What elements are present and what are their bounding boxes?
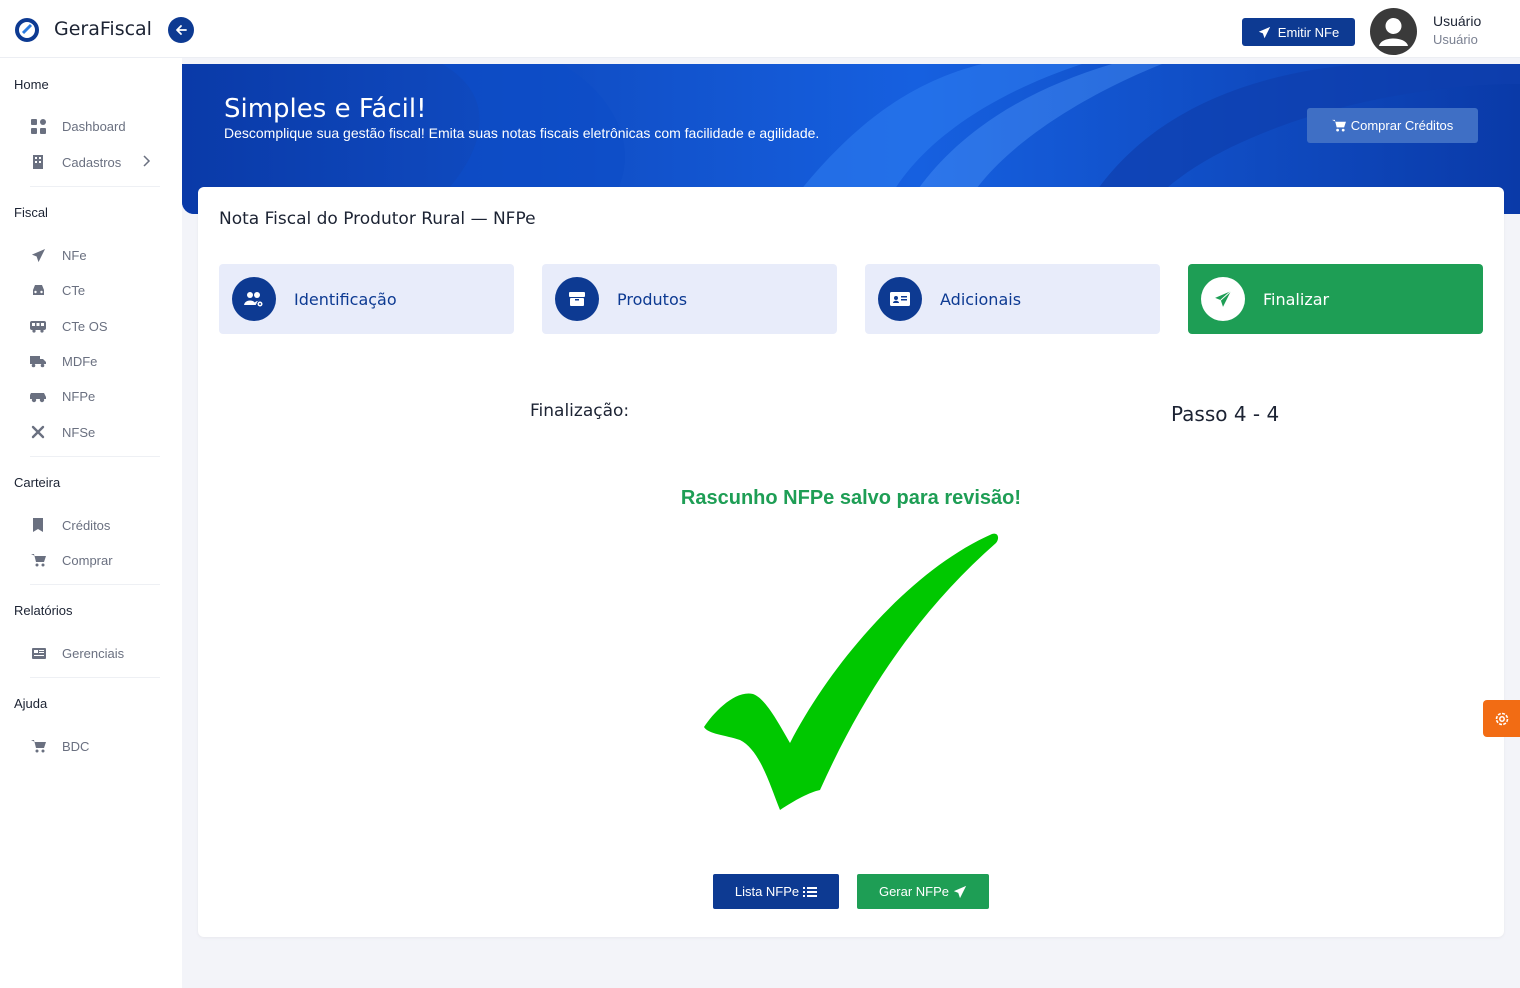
paper-plane-icon [30, 247, 46, 263]
sidebar-item-comprar[interactable]: Comprar [30, 548, 113, 572]
card-title: Nota Fiscal do Produtor Rural — NFPe [219, 209, 536, 229]
dashboard-icon [30, 118, 46, 134]
receipt-icon [30, 517, 46, 533]
list-icon [803, 886, 818, 897]
car-icon [30, 282, 46, 298]
tools-icon [30, 424, 46, 440]
sidebar-item-label: BDC [62, 738, 90, 754]
sidebar-item-cadastros[interactable]: Cadastros [30, 150, 160, 174]
emit-nfe-button[interactable]: Emitir NFe [1242, 18, 1355, 46]
sidebar-item-bdc[interactable]: BDC [30, 734, 89, 758]
sidebar: Home Dashboard Cadastros Fiscal NFe CTe … [0, 58, 182, 988]
step-adicionais[interactable]: Adicionais [865, 264, 1160, 334]
brand-name[interactable]: GeraFiscal [54, 18, 152, 40]
sidebar-item-label: NFe [62, 247, 87, 263]
step-finalizar[interactable]: Finalizar [1188, 264, 1483, 334]
sidebar-section-carteira: Carteira [14, 475, 61, 490]
generate-nfpe-label: Gerar NFPe [878, 884, 950, 899]
sidebar-item-label: Dashboard [62, 118, 126, 134]
list-nfpe-label: Lista NFPe [734, 884, 800, 899]
sidebar-item-label: NFPe [62, 388, 96, 404]
step-icon-circle [232, 277, 276, 321]
sidebar-item-cte-os[interactable]: CTe OS [30, 314, 108, 338]
step-identificacao[interactable]: Identificação [219, 264, 514, 334]
user-icon [1379, 18, 1408, 46]
paper-plane-icon [1258, 26, 1270, 38]
list-nfpe-button[interactable]: Lista NFPe [713, 874, 839, 909]
paper-plane-icon [1215, 290, 1232, 307]
sidebar-item-dashboard[interactable]: Dashboard [30, 114, 126, 138]
building-icon [30, 154, 46, 170]
user-name[interactable]: Usuário [1433, 13, 1481, 29]
buy-credits-label: Comprar Créditos [1350, 118, 1454, 133]
sidebar-item-label: Cadastros [62, 154, 122, 170]
step-indicator: Passo 4 - 4 [1171, 402, 1280, 426]
sidebar-item-label: NFSe [62, 424, 96, 440]
step-produtos[interactable]: Produtos [542, 264, 837, 334]
sidebar-item-label: Créditos [62, 517, 111, 533]
sidebar-divider [30, 456, 160, 457]
sidebar-item-label: CTe [62, 282, 86, 298]
step-label: Produtos [617, 289, 688, 309]
gear-icon [1495, 712, 1508, 725]
box-icon [569, 292, 585, 306]
truck-icon [30, 353, 46, 369]
bus-icon [30, 318, 46, 334]
step-icon-circle [1201, 277, 1245, 321]
cart-icon [30, 738, 46, 754]
sidebar-section-home: Home [14, 77, 49, 92]
checkmark-icon [704, 533, 999, 810]
cart-icon [30, 552, 46, 568]
sidebar-item-nfe[interactable]: NFe [30, 243, 87, 267]
id-card-icon [890, 292, 910, 306]
users-cog-icon [244, 292, 264, 308]
sidebar-item-mdfe[interactable]: MDFe [30, 349, 97, 373]
gerafiscal-logo-icon[interactable] [14, 17, 40, 43]
buy-credits-button[interactable]: Comprar Créditos [1307, 108, 1478, 143]
sidebar-item-label: CTe OS [62, 318, 108, 334]
arrow-left-icon [176, 25, 187, 35]
tractor-icon [30, 388, 46, 404]
settings-button[interactable] [1483, 700, 1520, 737]
sidebar-item-nfse[interactable]: NFSe [30, 420, 95, 444]
step-icon-circle [555, 277, 599, 321]
user-role: Usuário [1433, 32, 1478, 47]
hero-title: Simples e Fácil! [224, 94, 427, 124]
emit-nfe-label: Emitir NFe [1277, 24, 1340, 40]
sidebar-item-creditos[interactable]: Créditos [30, 513, 110, 537]
sidebar-item-gerenciais[interactable]: Gerenciais [30, 641, 124, 665]
sidebar-divider [30, 677, 160, 678]
sidebar-item-cte[interactable]: CTe [30, 278, 85, 302]
newspaper-icon [30, 645, 46, 661]
avatar[interactable] [1370, 8, 1417, 55]
finalization-label: Finalização: [530, 401, 630, 421]
sidebar-item-label: MDFe [62, 353, 98, 369]
step-icon-circle [878, 277, 922, 321]
success-message: Rascunho NFPe salvo para revisão! [680, 487, 1022, 509]
sidebar-section-fiscal: Fiscal [14, 205, 48, 220]
sidebar-item-label: Comprar [62, 552, 113, 568]
sidebar-item-nfpe[interactable]: NFPe [30, 384, 95, 408]
sidebar-divider [30, 186, 160, 187]
sidebar-item-label: Gerenciais [62, 645, 125, 661]
nfpe-wizard-card: Nota Fiscal do Produtor Rural — NFPe Ide… [198, 187, 1504, 937]
top-bar: GeraFiscal Emitir NFe Usuário Usuário [0, 0, 1520, 58]
sidebar-collapse-button[interactable] [168, 17, 194, 43]
step-label: Finalizar [1263, 289, 1330, 309]
sidebar-section-relatorios: Relatórios [14, 603, 73, 618]
paper-plane-icon [953, 885, 967, 898]
generate-nfpe-button[interactable]: Gerar NFPe [857, 874, 989, 909]
cart-icon [1331, 119, 1346, 132]
sidebar-divider [30, 584, 160, 585]
step-label: Adicionais [940, 289, 1022, 309]
sidebar-section-ajuda: Ajuda [14, 696, 48, 711]
step-label: Identificação [294, 289, 397, 309]
hero-subtitle: Descomplique sua gestão fiscal! Emita su… [224, 125, 820, 141]
chevron-right-icon [143, 155, 151, 167]
